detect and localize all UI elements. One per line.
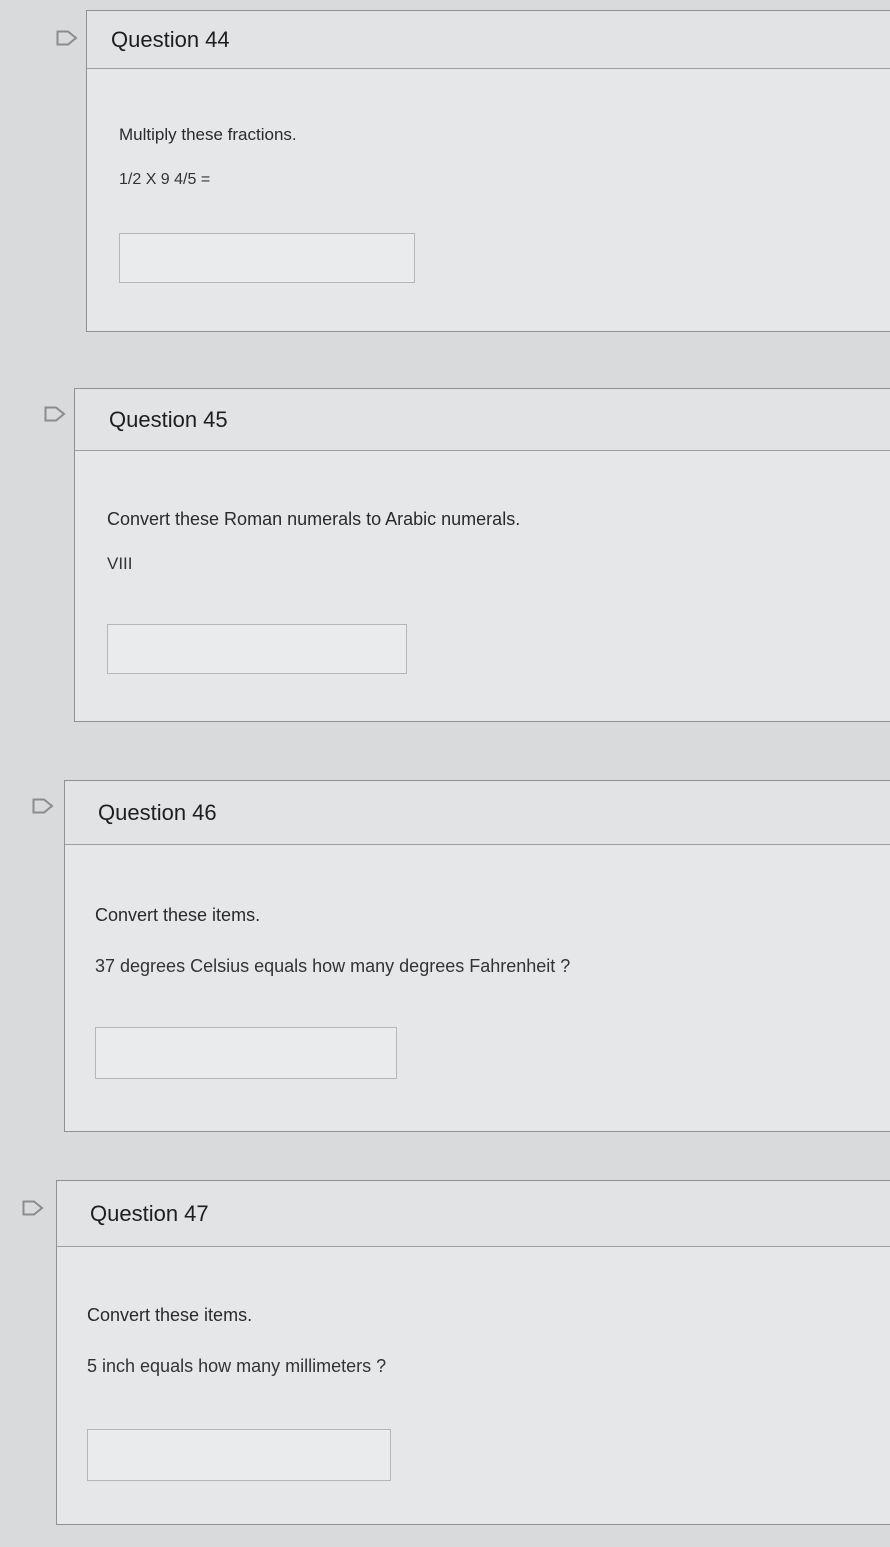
question-expression: 1/2 X 9 4/5 = [119,171,211,188]
question-expression: 5 inch equals how many millimeters ? [87,1356,387,1376]
question-header: Question 45 [75,389,890,451]
question-title: Question 45 [109,406,228,432]
question-header: Question 47 [57,1181,890,1247]
question-prompt: Convert these items. [87,1305,253,1325]
question-body: Convert these items. 37 degrees Celsius … [65,845,890,1079]
question-expression: 37 degrees Celsius equals how many degre… [95,956,571,976]
question-card: Question 47 Convert these items. 5 inch … [56,1180,890,1525]
flag-question-icon[interactable] [56,30,78,46]
answer-input[interactable] [95,1027,397,1079]
question-prompt: Convert these Roman numerals to Arabic n… [107,509,521,529]
flag-question-icon[interactable] [44,406,66,422]
question-header: Question 46 [65,781,890,845]
flag-question-icon[interactable] [22,1200,44,1216]
question-body: Multiply these fractions. 1/2 X 9 4/5 = [87,69,890,283]
question-prompt: Convert these items. [95,905,261,925]
question-title: Question 47 [90,1200,209,1226]
flag-question-icon[interactable] [32,798,54,814]
question-card: Question 46 Convert these items. 37 degr… [64,780,890,1132]
answer-input[interactable] [87,1429,391,1481]
question-body: Convert these Roman numerals to Arabic n… [75,451,890,674]
answer-input[interactable] [119,233,415,283]
answer-input[interactable] [107,624,407,674]
question-title: Question 44 [111,26,230,52]
question-title: Question 46 [98,799,217,825]
question-header: Question 44 [87,11,890,69]
question-card: Question 44 Multiply these fractions. 1/… [86,10,890,332]
question-expression: VIII [107,554,133,573]
question-prompt: Multiply these fractions. [119,125,297,144]
question-card: Question 45 Convert these Roman numerals… [74,388,890,722]
question-body: Convert these items. 5 inch equals how m… [57,1247,890,1481]
